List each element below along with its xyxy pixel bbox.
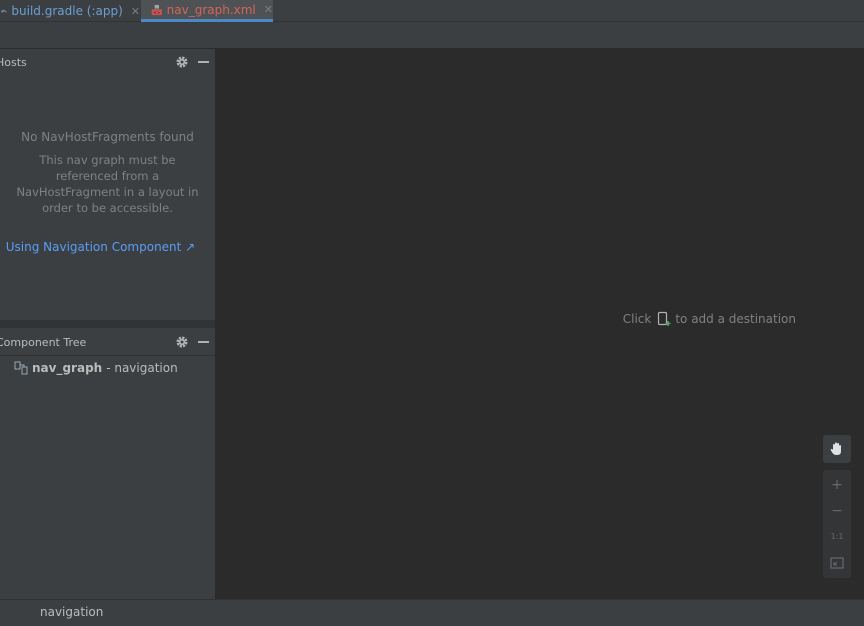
hint-add-destination-text: to add a destination bbox=[675, 312, 796, 326]
hint-click-text: Click bbox=[622, 312, 652, 326]
tree-item-type: - navigation bbox=[106, 361, 178, 375]
component-tree-header: Component Tree bbox=[0, 329, 215, 355]
tree-item-name: nav_graph bbox=[32, 361, 103, 375]
navigation-design-canvas[interactable]: Click to add a destination + − 1:1 bbox=[216, 49, 864, 599]
empty-canvas-hint: Click to add a destination bbox=[216, 311, 796, 327]
zoom-to-fit-button[interactable] bbox=[823, 550, 851, 576]
zoom-controls: + − 1:1 bbox=[823, 470, 851, 578]
navigation-component-link[interactable]: Using Navigation Component ↗ bbox=[0, 240, 201, 254]
minimize-icon[interactable] bbox=[198, 61, 209, 63]
actual-size-button[interactable]: 1:1 bbox=[823, 524, 851, 550]
new-destination-icon[interactable] bbox=[657, 311, 671, 327]
tab-label: build.gradle (:app) bbox=[11, 4, 123, 18]
left-panels: Hosts No NavHostFragments found This nav… bbox=[0, 49, 215, 599]
hosts-panel-body: No NavHostFragments found This nav graph… bbox=[0, 75, 215, 320]
navigation-graph-icon bbox=[14, 361, 28, 375]
empty-hosts-description: This nav graph must be referenced from a… bbox=[16, 153, 199, 215]
component-tree-title: Component Tree bbox=[0, 335, 87, 349]
tab-label: nav_graph.xml bbox=[166, 2, 256, 17]
empty-hosts-title: No NavHostFragments found bbox=[21, 130, 194, 144]
minimize-icon[interactable] bbox=[198, 341, 209, 343]
hosts-panel-title: Hosts bbox=[0, 55, 27, 69]
editor-toolbar bbox=[0, 22, 864, 49]
zoom-in-button[interactable]: + bbox=[823, 472, 851, 498]
gear-icon[interactable] bbox=[175, 335, 189, 349]
close-icon[interactable]: ✕ bbox=[264, 3, 273, 16]
tab-nav-graph[interactable]: <> nav_graph.xml ✕ bbox=[141, 0, 273, 22]
hosts-panel-header: Hosts bbox=[0, 49, 215, 75]
editor-tab-bar: build.gradle (:app) ✕ <> nav_graph.xml ✕ bbox=[0, 0, 864, 22]
svg-text:<>: <> bbox=[153, 10, 161, 16]
breadcrumb[interactable]: navigation bbox=[40, 605, 103, 619]
gradle-elephant-icon bbox=[0, 9, 7, 13]
status-bar: navigation bbox=[0, 599, 864, 626]
pan-button[interactable] bbox=[823, 435, 851, 463]
tab-build-gradle[interactable]: build.gradle (:app) ✕ bbox=[0, 0, 140, 22]
hand-icon bbox=[830, 442, 841, 455]
zoom-out-button[interactable]: − bbox=[823, 498, 851, 524]
zoom-to-fit-icon bbox=[830, 557, 844, 569]
tree-item-nav-graph[interactable]: nav_graph - navigation bbox=[14, 359, 178, 377]
navigation-xml-icon: <> bbox=[151, 4, 162, 16]
gear-icon[interactable] bbox=[175, 55, 189, 69]
component-tree-body: nav_graph - navigation bbox=[0, 355, 215, 599]
panel-splitter[interactable] bbox=[0, 320, 215, 328]
close-icon[interactable]: ✕ bbox=[131, 5, 140, 18]
